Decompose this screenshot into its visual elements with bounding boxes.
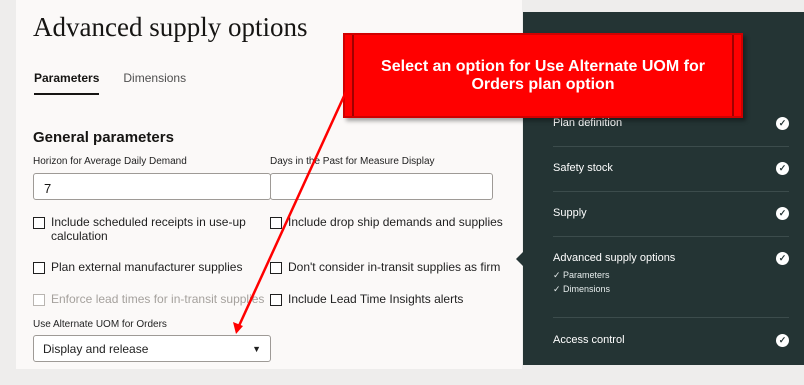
callout-text: Select an option for Use Alternate UOM f…	[345, 58, 741, 94]
step-label: Safety stock	[553, 162, 613, 174]
uom-select[interactable]: Display and release ▼	[33, 335, 271, 362]
horizon-input[interactable]: 7	[33, 173, 271, 200]
checkbox-box[interactable]	[270, 294, 282, 306]
checkbox-box[interactable]	[33, 217, 45, 229]
checkbox-label: Include scheduled receipts in use-up cal…	[51, 215, 246, 243]
divider	[553, 236, 789, 237]
drop-ship-checkbox[interactable]: Include drop ship demands and supplies	[270, 215, 503, 229]
check-circle-icon: ✓	[776, 207, 789, 220]
scheduled-receipts-checkbox[interactable]: Include scheduled receipts in use-up cal…	[33, 215, 258, 243]
checkbox-box[interactable]	[270, 217, 282, 229]
checkbox-box[interactable]	[33, 262, 45, 274]
callout-line-2: Orders plan option	[471, 76, 615, 93]
uom-select-value: Display and release	[43, 341, 149, 356]
tab-dimensions[interactable]: Dimensions	[123, 71, 186, 95]
step-label: Plan definition	[553, 117, 623, 129]
in-transit-firm-checkbox[interactable]: Don't consider in-transit supplies as fi…	[270, 260, 500, 274]
current-step-pointer	[516, 252, 523, 266]
divider	[553, 146, 789, 147]
check-circle-icon: ✓	[776, 334, 789, 347]
substep-dimensions[interactable]: ✓ Dimensions	[553, 284, 789, 295]
external-mfr-checkbox[interactable]: Plan external manufacturer supplies	[33, 260, 242, 274]
checkbox-label: Include drop ship demands and supplies	[288, 215, 503, 229]
chevron-down-icon[interactable]: ▼	[252, 344, 261, 354]
checkbox-box	[33, 294, 45, 306]
step-safety-stock[interactable]: Safety stock ✓	[553, 162, 789, 175]
tab-bar: Parameters Dimensions	[34, 71, 186, 95]
checkbox-label: Include Lead Time Insights alerts	[288, 292, 464, 306]
page-title: Advanced supply options	[33, 12, 308, 42]
step-access-control[interactable]: Access control ✓	[553, 334, 789, 347]
step-supply[interactable]: Supply ✓	[553, 207, 789, 220]
divider	[553, 191, 789, 192]
tutorial-callout: Select an option for Use Alternate UOM f…	[343, 33, 743, 118]
callout-line-1: Select an option for Use Alternate UOM f…	[381, 58, 705, 75]
check-circle-icon: ✓	[776, 162, 789, 175]
check-circle-icon: ✓	[776, 117, 789, 130]
lead-time-insights-checkbox[interactable]: Include Lead Time Insights alerts	[270, 292, 463, 306]
step-label: Supply	[553, 207, 587, 219]
step-advanced-supply[interactable]: Advanced supply options ✓ ✓ Parameters ✓…	[553, 252, 789, 295]
step-plan-definition[interactable]: Plan definition ✓	[553, 117, 789, 130]
tab-parameters[interactable]: Parameters	[34, 71, 100, 95]
checkbox-label: Plan external manufacturer supplies	[51, 260, 243, 274]
divider	[553, 317, 789, 318]
check-circle-icon: ✓	[776, 252, 789, 265]
checkbox-label: Enforce lead times for in-transit suppli…	[51, 292, 265, 306]
section-title: General parameters	[33, 129, 174, 146]
step-label: Access control	[553, 334, 625, 346]
step-label: Advanced supply options	[553, 252, 676, 264]
substep-parameters[interactable]: ✓ Parameters	[553, 270, 789, 281]
checkbox-label: Don't consider in-transit supplies as fi…	[288, 260, 501, 274]
days-past-label: Days in the Past for Measure Display	[270, 156, 435, 167]
uom-label: Use Alternate UOM for Orders	[33, 319, 167, 330]
days-past-input[interactable]	[270, 173, 493, 200]
lead-times-checkbox: Enforce lead times for in-transit suppli…	[33, 292, 264, 306]
horizon-label: Horizon for Average Daily Demand	[33, 156, 187, 167]
checkbox-box[interactable]	[270, 262, 282, 274]
